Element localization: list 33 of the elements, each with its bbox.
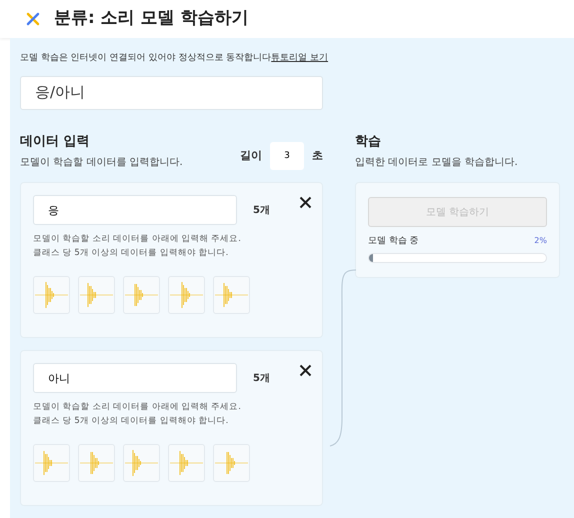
sample-tile[interactable] <box>33 276 70 314</box>
sample-tile[interactable] <box>78 444 115 482</box>
section-title: 학습 <box>355 132 382 150</box>
sample-tile[interactable] <box>123 444 160 482</box>
sample-tile[interactable] <box>78 276 115 314</box>
sample-tile[interactable] <box>33 444 70 482</box>
logo-icon <box>26 12 40 26</box>
class-name-field[interactable]: 응 <box>33 195 237 225</box>
waveform-icon <box>35 280 68 310</box>
progress-reading: 2% <box>534 235 547 247</box>
sample-count: 5개 <box>253 372 270 386</box>
sample-tile[interactable] <box>123 276 160 314</box>
sample-tile[interactable] <box>213 444 250 482</box>
unit-label: 초 <box>312 148 323 164</box>
class-name-field[interactable]: 아니 <box>33 363 237 393</box>
waveform-icon <box>170 280 203 310</box>
section-title: 데이터 입력 <box>20 132 91 150</box>
sample-count: 5개 <box>253 204 270 218</box>
sample-tile[interactable] <box>168 276 205 314</box>
tutorial-link[interactable]: 튜토리얼 보기 <box>271 53 328 63</box>
notice-text: 모델 학습은 인터넷이 연결되어 있어야 정상적으로 동작합니다튜토리얼 보기 <box>20 52 330 65</box>
waveform-icon <box>125 448 158 478</box>
length-field[interactable]: 3 <box>270 142 304 170</box>
section-description: 입력한 데이터로 모델을 학습합니다. <box>355 156 519 170</box>
model-name-field[interactable]: 응/아니 <box>20 76 323 110</box>
help-text: 모델이 학습할 소리 데이터를 아래에 입력해 주세요. 클래스 당 5개 이상의 데이터를 입력해야 합니다. <box>33 401 242 428</box>
sample-tile[interactable] <box>168 444 205 482</box>
length-label: 길이 <box>240 148 262 164</box>
section-description: 모델이 학습할 데이터를 입력합니다. <box>20 156 183 170</box>
progress-label: 모델 학습 중 <box>368 235 419 248</box>
sample-tile[interactable] <box>213 276 250 314</box>
page-title: 분류: 소리 모델 학습하기 <box>54 7 249 30</box>
help-text: 모델이 학습할 소리 데이터를 아래에 입력해 주세요. 클래스 당 5개 이상의 데이터를 입력해야 합니다. <box>33 233 242 260</box>
